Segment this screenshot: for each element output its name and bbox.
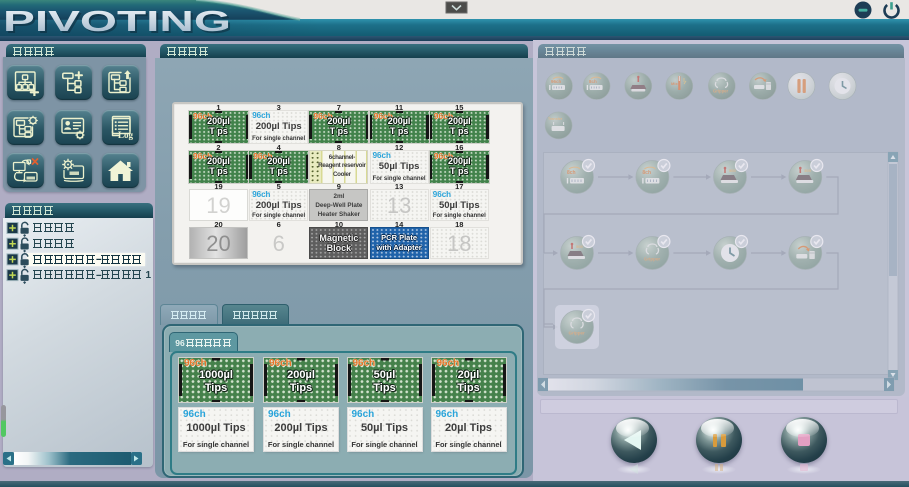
- svg-text:PIVOTING: PIVOTING: [3, 6, 231, 38]
- svg-text:Log: Log: [118, 130, 134, 140]
